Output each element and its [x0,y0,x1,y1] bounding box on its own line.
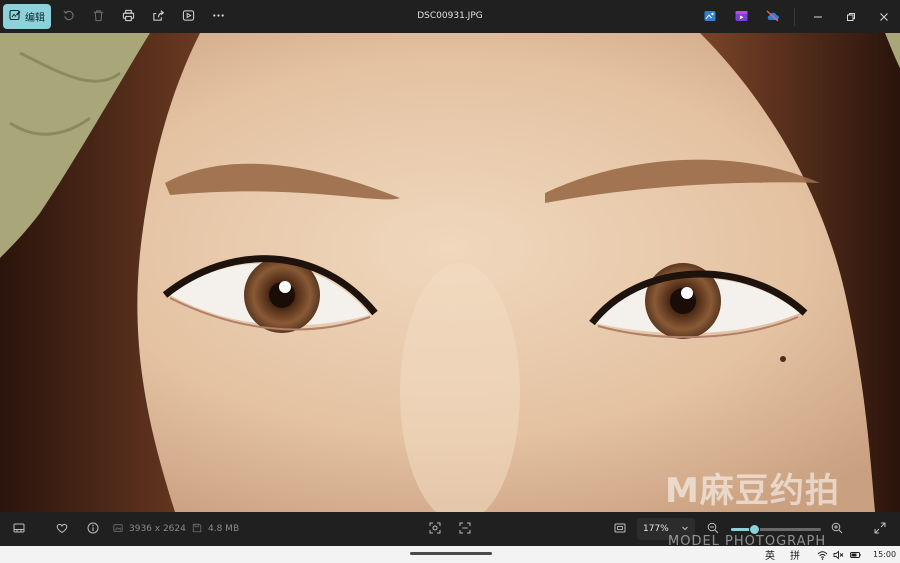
image-size-icon [113,523,123,536]
image-dimensions: 3936 x 2624 [129,524,186,534]
filmstrip-icon [13,522,25,537]
restore-button[interactable] [834,0,867,33]
rotate-icon [62,7,75,26]
heart-icon [56,522,68,537]
file-size-info: 4.8 MB [192,512,239,546]
rotate-button[interactable] [53,0,83,33]
expand-icon [874,522,886,537]
delete-icon [92,7,105,26]
image-editor-icon [704,7,717,26]
volume-muted-icon[interactable] [833,546,844,563]
chevron-down-icon [681,524,689,535]
more-button[interactable] [203,0,233,33]
edit-button-label: 编辑 [25,13,45,24]
file-title: DSC00931.JPG [417,11,483,21]
slideshow-icon [182,7,195,26]
actual-size-button[interactable] [607,512,633,546]
actual-size-icon [614,522,626,537]
share-button[interactable] [143,0,173,33]
visual-search-button[interactable] [452,512,478,546]
fit-to-screen-button[interactable] [422,512,448,546]
window-controls-area [695,0,900,33]
delete-button[interactable] [83,0,113,33]
focus-frame-icon [429,522,441,537]
zoom-in-button[interactable] [826,512,848,546]
edit-button[interactable]: 编辑 [3,4,51,29]
info-icon [87,522,99,537]
dimensions-info: 3936 x 2624 [113,512,186,546]
watermark-logo: M麻豆约拍 [665,471,840,511]
photo-canvas[interactable] [0,33,900,512]
gesture-bar[interactable] [410,552,492,555]
print-button[interactable] [113,0,143,33]
file-size: 4.8 MB [208,524,240,534]
zoom-slider[interactable] [731,524,821,535]
restore-icon [846,7,856,26]
print-icon [122,7,135,26]
video-editor-icon [735,7,748,26]
watermark-caption: MODEL PHOTOGRAPH [668,534,827,549]
top-toolbar: 编辑 DSC00931.JPG [0,0,900,33]
share-icon [152,7,165,26]
slideshow-button[interactable] [173,0,203,33]
minimize-icon [813,7,823,26]
battery-icon[interactable] [850,546,861,563]
favorite-button[interactable] [49,512,75,546]
toolbar-divider [794,7,795,26]
scan-icon [459,522,471,537]
zoom-in-icon [831,522,843,537]
info-button[interactable] [80,512,106,546]
image-editor-app-button[interactable] [695,0,726,33]
video-editor-app-button[interactable] [726,0,757,33]
face-photo [0,33,900,512]
close-button[interactable] [867,0,900,33]
edit-image-icon [9,9,21,24]
cloud-offline-icon [766,7,779,26]
minimize-button[interactable] [801,0,834,33]
more-icon [212,7,225,26]
zoom-level-value: 177% [643,524,669,534]
clock-time[interactable]: 15:00 [873,546,896,563]
fullscreen-button[interactable] [868,512,892,546]
filmstrip-button[interactable] [6,512,32,546]
cloud-sync-button[interactable] [757,0,788,33]
save-disk-icon [192,523,202,536]
close-icon [879,7,889,26]
